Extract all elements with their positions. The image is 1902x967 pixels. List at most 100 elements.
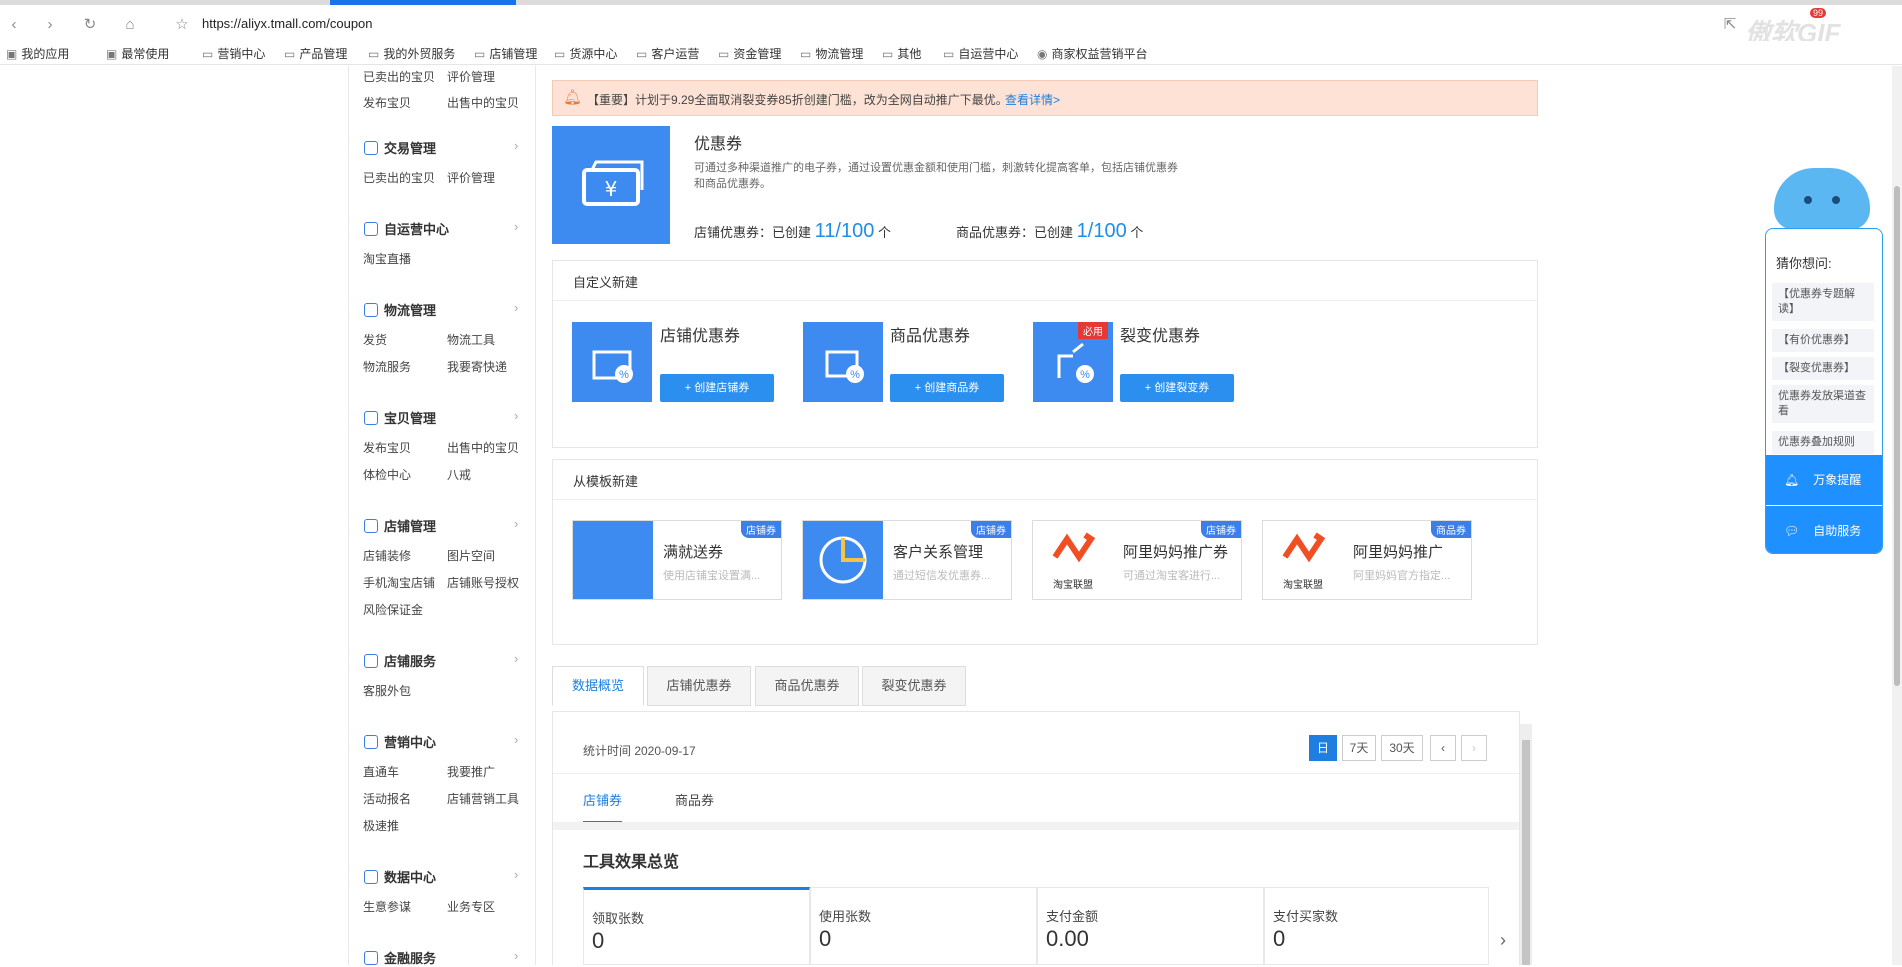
widget-question[interactable]: 优惠券发放渠道查看 [1772, 385, 1874, 423]
next-date-icon[interactable]: › [1461, 735, 1487, 761]
sidebar-link[interactable]: 风险保证金 [363, 601, 423, 618]
self-service-button[interactable]: 💬︎ 自助服务 [1766, 506, 1882, 553]
kpi-value: 0.00 [1046, 926, 1089, 951]
subtab-shop-coupon[interactable]: 店铺券 [583, 790, 623, 823]
bookmark-star-icon[interactable]: ☆ [170, 13, 194, 37]
address-bar[interactable]: https://aliyx.tmall.com/coupon [202, 16, 373, 31]
kpi-card[interactable]: 支付金额 0.00 [1037, 887, 1264, 965]
bookmark-item[interactable]: ▭ 客户运营 [636, 45, 699, 62]
sidebar-link[interactable]: 生意参谋 [363, 898, 411, 915]
create-item-coupon-button[interactable]: + 创建商品券 [890, 374, 1004, 402]
kpi-card[interactable]: 领取张数 0 [583, 887, 810, 965]
sidebar-section-data[interactable]: 数据中心 › [364, 867, 518, 886]
sidebar-link[interactable]: 发布宝贝 [363, 439, 411, 456]
range-day-button[interactable]: 日 [1309, 735, 1337, 761]
sidebar-link[interactable]: 业务专区 [447, 898, 495, 915]
sidebar-link[interactable]: 极速推 [363, 817, 399, 834]
coupon-type-tag: 店铺券 [741, 521, 781, 538]
kpi-card[interactable]: 支付买家数 0 [1264, 887, 1489, 965]
sidebar-section-services[interactable]: 店铺服务 › [364, 651, 518, 670]
page-scrollbar[interactable] [1892, 66, 1902, 965]
bookmark-item[interactable]: ▭ 资金管理 [718, 45, 781, 62]
sidebar-link[interactable]: 图片空间 [447, 547, 495, 564]
bookmark-item[interactable]: ▭ 店铺管理 [474, 45, 537, 62]
sidebar-link[interactable]: 评价管理 [447, 169, 495, 186]
sidebar-link[interactable]: 物流服务 [363, 358, 411, 375]
template-card[interactable]: 淘宝联盟 商品券 阿里妈妈推广 阿里妈妈官方指定... [1262, 520, 1472, 600]
home-icon[interactable]: ⌂ [118, 13, 142, 37]
sidebar-link[interactable]: 体检中心 [363, 466, 411, 483]
template-card[interactable]: 店铺券 客户关系管理 通过短信发优惠券... [802, 520, 1012, 600]
sidebar-link[interactable]: 发布宝贝 [363, 94, 411, 111]
sidebar-section-finance[interactable]: 金融服务 › [364, 948, 518, 967]
reminder-button[interactable]: 🔔︎ 万象提醒 [1766, 455, 1882, 505]
sidebar-link[interactable]: 活动报名 [363, 790, 411, 807]
sidebar-section-self-op[interactable]: 自运营中心 › [364, 219, 518, 238]
create-fission-coupon-button[interactable]: + 创建裂变券 [1120, 374, 1234, 402]
sidebar-link[interactable]: 出售中的宝贝 [447, 94, 519, 111]
subtab-item-coupon[interactable]: 商品券 [675, 790, 714, 809]
sidebar-section-logistics[interactable]: 物流管理 › [364, 300, 518, 319]
shop-coupon-tile-icon: % [572, 322, 652, 402]
sidebar-link[interactable]: 店铺装修 [363, 547, 411, 564]
tab-shop-coupon[interactable]: 店铺优惠券 [647, 666, 751, 706]
prev-date-icon[interactable]: ‹ [1430, 735, 1456, 761]
sidebar-link[interactable]: 客服外包 [363, 682, 411, 699]
back-icon[interactable]: ‹ [2, 13, 26, 37]
sidebar-section-marketing[interactable]: 营销中心 › [364, 732, 518, 751]
share-icon[interactable]: ⇱ [1718, 13, 1742, 37]
sidebar-link[interactable]: 评价管理 [447, 68, 495, 85]
bookmark-item[interactable]: ▣ 我的应用 [6, 45, 69, 62]
template-card[interactable]: 淘宝联盟 店铺券 阿里妈妈推广券 可通过淘宝客进行... [1032, 520, 1242, 600]
sidebar-link[interactable]: 出售中的宝贝 [447, 439, 519, 456]
bookmark-item[interactable]: ▭ 货源中心 [554, 45, 617, 62]
kpi-value: 0 [819, 926, 832, 951]
bookmark-item[interactable]: ◉ 商家权益营销平台 [1037, 45, 1148, 62]
tab-overview[interactable]: 数据概览 [552, 666, 644, 706]
kpi-card[interactable]: 使用张数 0 [810, 887, 1037, 965]
sidebar-link[interactable]: 八戒 [447, 466, 471, 483]
create-shop-coupon-button[interactable]: + 创建店铺券 [660, 374, 774, 402]
notice-link[interactable]: 查看详情> [1005, 91, 1060, 108]
sidebar-link[interactable]: 物流工具 [447, 331, 495, 348]
shop-coupon-stat: 店铺优惠券：已创建 11/100 个 [694, 220, 891, 242]
sidebar-link[interactable]: 淘宝直播 [363, 250, 411, 267]
sidebar-link[interactable]: 手机淘宝店铺 [363, 574, 435, 591]
chevron-right-icon: › [514, 732, 519, 747]
sidebar-link[interactable]: 发货 [363, 331, 387, 348]
item-icon [364, 411, 378, 425]
sidebar-link[interactable]: 店铺营销工具 [447, 790, 519, 807]
tab-fission-coupon[interactable]: 裂变优惠券 [862, 666, 966, 706]
sidebar-link[interactable]: 直通车 [363, 763, 399, 780]
bookmark-item[interactable]: ▭ 其他 [882, 45, 921, 62]
reload-icon[interactable]: ↻ [78, 13, 102, 37]
range-30d-button[interactable]: 30天 [1381, 735, 1423, 761]
sidebar-link[interactable]: 店铺账号授权 [447, 574, 519, 591]
card-title: 店铺优惠券 [660, 328, 741, 345]
panel-scrollbar[interactable] [1520, 724, 1532, 965]
kpi-label: 支付金额 [1046, 909, 1099, 924]
sidebar-link[interactable]: 我要推广 [447, 763, 495, 780]
bookmark-item[interactable]: ▭ 我的外贸服务 [368, 45, 455, 62]
range-7d-button[interactable]: 7天 [1342, 735, 1376, 761]
bookmark-item[interactable]: ▭ 物流管理 [800, 45, 863, 62]
bookmark-item[interactable]: ▣ 最常使用 [106, 45, 169, 62]
widget-question[interactable]: 【有价优惠券】 [1772, 329, 1874, 352]
kpi-next-icon[interactable]: › [1500, 930, 1506, 951]
bookmark-item[interactable]: ▭ 营销中心 [202, 45, 265, 62]
sidebar-section-shop[interactable]: 店铺管理 › [364, 516, 518, 535]
sidebar-link[interactable]: 已卖出的宝贝 [363, 68, 435, 85]
tab-item-coupon[interactable]: 商品优惠券 [755, 666, 859, 706]
template-card[interactable]: 店铺券 满就送券 使用店铺宝设置满... [572, 520, 782, 600]
sidebar-section-items[interactable]: 宝贝管理 › [364, 408, 518, 427]
widget-question[interactable]: 优惠券叠加规则 [1772, 431, 1874, 454]
bookmark-item[interactable]: ▭ 产品管理 [284, 45, 347, 62]
bookmark-item[interactable]: ▭ 自运营中心 [943, 45, 1018, 62]
sidebar-section-trade[interactable]: 交易管理 › [364, 138, 518, 157]
elephant-mascot-icon[interactable] [1774, 168, 1870, 230]
forward-icon[interactable]: › [38, 13, 62, 37]
widget-question[interactable]: 【裂变优惠券】 [1772, 357, 1874, 380]
widget-question[interactable]: 【优惠券专题解读】 [1772, 283, 1874, 321]
sidebar-link[interactable]: 已卖出的宝贝 [363, 169, 435, 186]
sidebar-link[interactable]: 我要寄快递 [447, 358, 507, 375]
